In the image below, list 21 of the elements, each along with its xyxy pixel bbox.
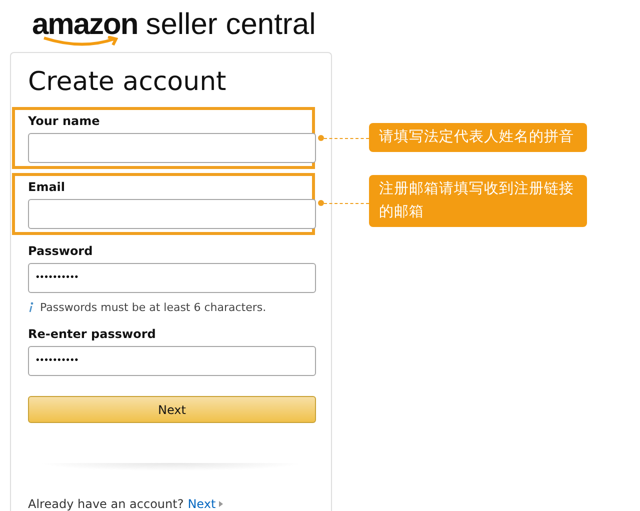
annotation-callout: 注册邮箱请填写收到注册链接的邮箱 [369,175,587,227]
field-label: Re-enter password [28,326,157,342]
caret-icon [218,501,223,507]
field-label: Your name [28,113,101,129]
footer-text: Already have an account? [28,497,184,511]
input-field[interactable] [28,133,316,163]
brand-name: amazon [32,8,138,42]
password-field[interactable]: •••••••••• [28,346,316,376]
hint-text: Passwords must be at least 6 characters. [40,301,266,314]
input-field[interactable] [28,199,316,229]
info-icon [28,302,34,313]
leader-line [318,200,369,206]
leader-line [318,135,369,141]
form-title: Create account [28,66,228,99]
annotation-callout: 请填写法定代表人姓名的拼音 [369,123,587,152]
sign-in-link[interactable]: Next [188,497,223,511]
next-button[interactable]: Next [28,396,316,423]
product-name: seller central [146,8,316,42]
field-label: Password [28,243,94,259]
field-label: Email [28,179,66,195]
password-field[interactable]: •••••••••• [28,263,316,293]
